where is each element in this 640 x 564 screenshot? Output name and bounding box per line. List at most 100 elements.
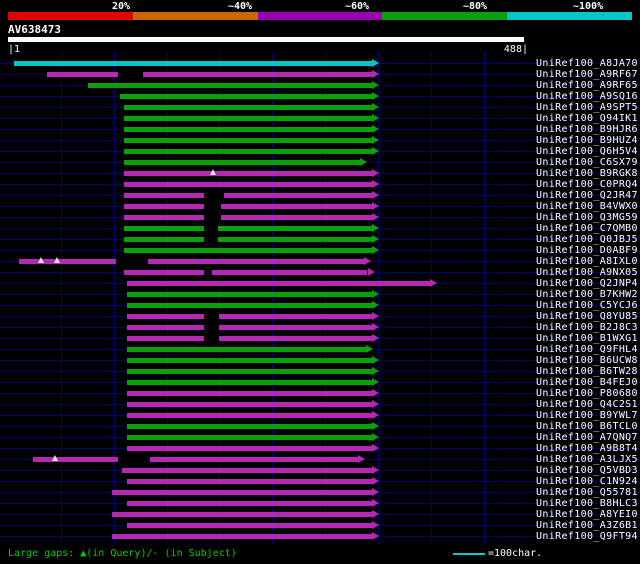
alignment-row: UniRef100_A7QNQ7 — [0, 432, 640, 443]
alignment-bar[interactable] — [124, 204, 372, 209]
arrow-right-icon — [371, 466, 379, 474]
alignment-bar[interactable] — [127, 314, 372, 319]
arrow-right-icon — [371, 334, 379, 342]
hit-label[interactable]: UniRef100_C1N924 — [536, 476, 638, 487]
arrow-right-icon — [360, 158, 368, 166]
hit-label[interactable]: UniRef100_A8IXL0 — [536, 256, 638, 267]
hit-label[interactable]: UniRef100_A9NX05 — [536, 267, 638, 278]
alignment-bar[interactable] — [124, 226, 372, 231]
hit-label[interactable]: UniRef100_A3Z6B1 — [536, 520, 638, 531]
alignment-bar[interactable] — [124, 248, 372, 253]
hit-label[interactable]: UniRef100_B4FEJ0 — [536, 377, 638, 388]
alignment-bar[interactable] — [120, 94, 372, 99]
alignment-bar[interactable] — [127, 336, 372, 341]
hit-label[interactable]: UniRef100_B9HJR6 — [536, 124, 638, 135]
hit-label[interactable]: UniRef100_A9SPT5 — [536, 102, 638, 113]
hit-label[interactable]: UniRef100_B7KHW2 — [536, 289, 638, 300]
hit-label[interactable]: UniRef100_A9B8T4 — [536, 443, 638, 454]
hit-label[interactable]: UniRef100_Q5VBD3 — [536, 465, 638, 476]
hit-label[interactable]: UniRef100_Q4C2S1 — [536, 399, 638, 410]
alignment-row: UniRef100_A9RF67 — [0, 69, 640, 80]
hit-label[interactable]: UniRef100_B2J8C3 — [536, 322, 638, 333]
alignment-bar[interactable] — [111, 534, 372, 539]
alignment-bar[interactable] — [124, 116, 372, 121]
hit-label[interactable]: UniRef100_A8JA70 — [536, 58, 638, 69]
alignment-bar[interactable] — [124, 149, 372, 154]
hit-label[interactable]: UniRef100_B6UCW8 — [536, 355, 638, 366]
alignment-row: UniRef100_A9RF65 — [0, 80, 640, 91]
alignment-row: UniRef100_Q6H5V4 — [0, 146, 640, 157]
alignment-bar[interactable] — [124, 171, 372, 176]
alignment-bar[interactable] — [111, 490, 372, 495]
hit-label[interactable]: UniRef100_C7QMB0 — [536, 223, 638, 234]
hit-label[interactable]: UniRef100_Q9FT94 — [536, 531, 638, 542]
alignment-bar[interactable] — [124, 182, 372, 187]
hit-label[interactable]: UniRef100_Q6H5V4 — [536, 146, 638, 157]
alignment-bar[interactable] — [127, 391, 372, 396]
hit-label[interactable]: UniRef100_B8HLC3 — [536, 498, 638, 509]
alignment-bar[interactable] — [127, 424, 372, 429]
hit-label[interactable]: UniRef100_P80680 — [536, 388, 638, 399]
alignment-bar[interactable] — [127, 380, 372, 385]
alignment-row: UniRef100_Q5VBD3 — [0, 465, 640, 476]
alignment-bar[interactable] — [124, 237, 372, 242]
hit-label[interactable]: UniRef100_C5YCJ6 — [536, 300, 638, 311]
alignment-bar[interactable] — [127, 523, 372, 528]
hit-label[interactable]: UniRef100_B9HUZ4 — [536, 135, 638, 146]
hit-label[interactable]: UniRef100_B6TW28 — [536, 366, 638, 377]
alignment-bar[interactable] — [127, 413, 372, 418]
hit-label[interactable]: UniRef100_Q2JNP4 — [536, 278, 638, 289]
alignment-bar[interactable] — [124, 215, 372, 220]
alignment-bar[interactable] — [124, 160, 361, 165]
alignment-row: UniRef100_C1N924 — [0, 476, 640, 487]
hit-label[interactable]: UniRef100_A9RF65 — [536, 80, 638, 91]
hit-label[interactable]: UniRef100_Q8YU85 — [536, 311, 638, 322]
alignment-bar[interactable] — [124, 105, 372, 110]
hit-label[interactable]: UniRef100_B9YWL7 — [536, 410, 638, 421]
alignment-bar[interactable] — [127, 281, 430, 286]
alignment-bar[interactable] — [127, 292, 372, 297]
hit-label[interactable]: UniRef100_B1WXG1 — [536, 333, 638, 344]
alignment-bar[interactable] — [127, 325, 372, 330]
hit-label[interactable]: UniRef100_Q94IK1 — [536, 113, 638, 124]
alignment-row: UniRef100_Q9FT94 — [0, 531, 640, 542]
hit-label[interactable]: UniRef100_A7QNQ7 — [536, 432, 638, 443]
hit-label[interactable]: UniRef100_Q9FHL4 — [536, 344, 638, 355]
hit-label[interactable]: UniRef100_D0ABF9 — [536, 245, 638, 256]
alignment-bar[interactable] — [111, 512, 372, 517]
hit-label[interactable]: UniRef100_B9RGK8 — [536, 168, 638, 179]
alignment-bar[interactable] — [14, 61, 372, 66]
alignment-bar[interactable] — [127, 347, 367, 352]
alignment-bar[interactable] — [47, 72, 372, 77]
hit-label[interactable]: UniRef100_Q3MG59 — [536, 212, 638, 223]
alignment-bar[interactable] — [88, 83, 372, 88]
hit-label[interactable]: UniRef100_A9SQ16 — [536, 91, 638, 102]
hit-label[interactable]: UniRef100_C6SX79 — [536, 157, 638, 168]
hit-label[interactable]: UniRef100_A8YEI0 — [536, 509, 638, 520]
alignment-bar[interactable] — [122, 468, 372, 473]
hit-label[interactable]: UniRef100_A3LJX5 — [536, 454, 638, 465]
alignment-bar[interactable] — [127, 369, 372, 374]
alignment-bar[interactable] — [127, 303, 372, 308]
alignment-bar[interactable] — [33, 457, 358, 462]
alignment-row: UniRef100_A9NX05 — [0, 267, 640, 278]
alignment-bar[interactable] — [124, 270, 368, 275]
hit-label[interactable]: UniRef100_A9RF67 — [536, 69, 638, 80]
hit-label[interactable]: UniRef100_B6TCL0 — [536, 421, 638, 432]
alignment-bar[interactable] — [127, 501, 372, 506]
hit-label[interactable]: UniRef100_C0PRQ4 — [536, 179, 638, 190]
hit-label[interactable]: UniRef100_Q0JBJ5 — [536, 234, 638, 245]
alignment-bar[interactable] — [18, 259, 365, 264]
hit-label[interactable]: UniRef100_Q2JR47 — [536, 190, 638, 201]
alignment-bar[interactable] — [124, 138, 372, 143]
alignment-bar[interactable] — [124, 193, 372, 198]
alignment-bar[interactable] — [127, 402, 372, 407]
hit-label[interactable]: UniRef100_B4VWX0 — [536, 201, 638, 212]
alignment-bar[interactable] — [124, 127, 372, 132]
alignment-bar[interactable] — [127, 358, 372, 363]
hit-label[interactable]: UniRef100_Q55781 — [536, 487, 638, 498]
alignment-bar[interactable] — [127, 479, 372, 484]
arrow-right-icon — [371, 411, 379, 419]
alignment-bar[interactable] — [127, 446, 372, 451]
alignment-bar[interactable] — [127, 435, 372, 440]
